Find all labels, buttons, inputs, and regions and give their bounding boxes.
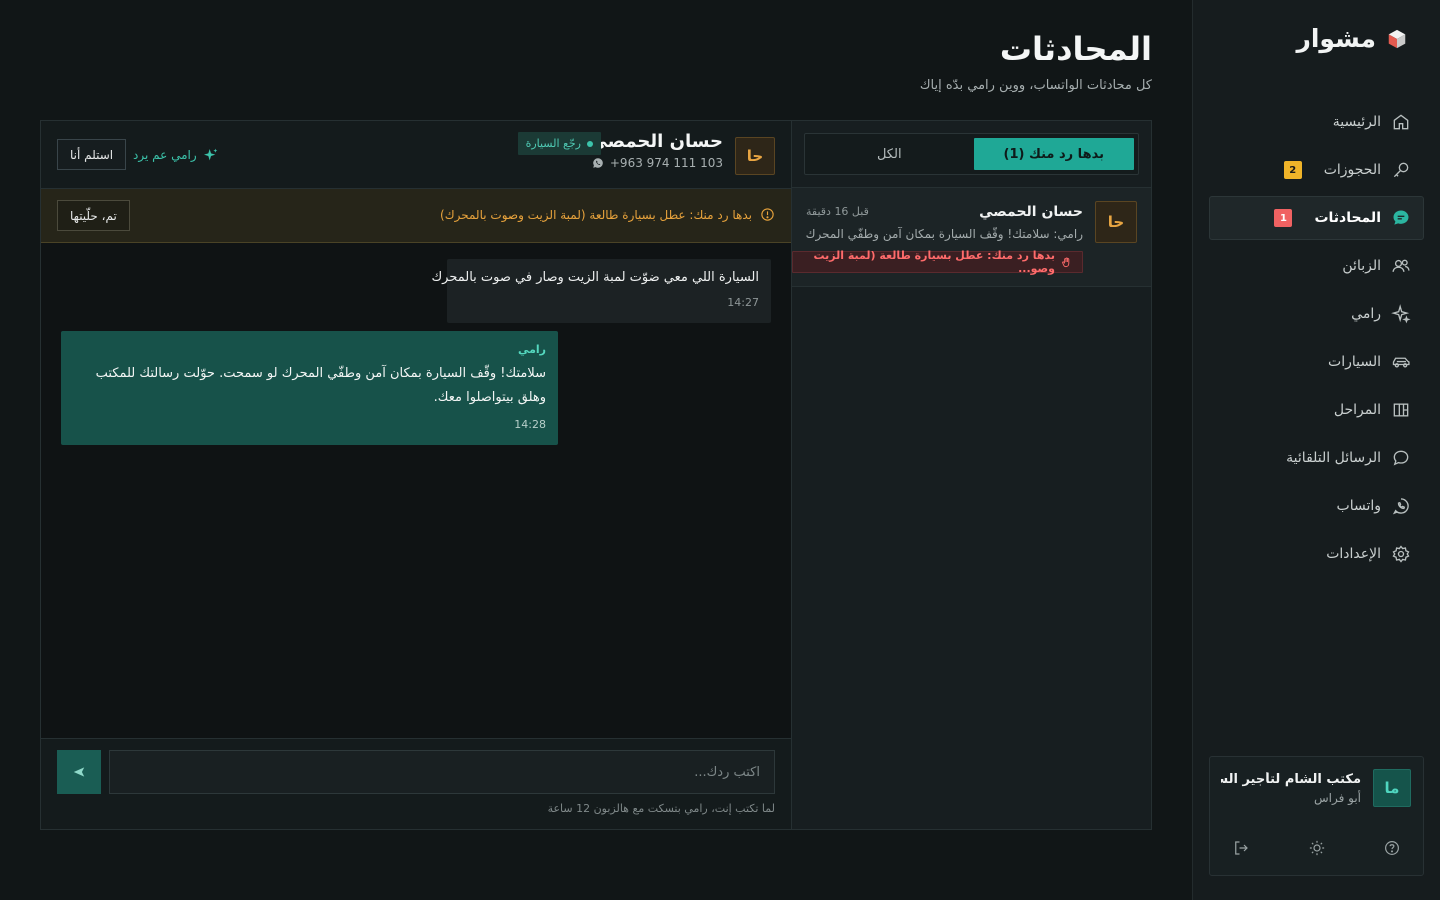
chat-icon (1391, 208, 1411, 228)
board-icon (1391, 400, 1411, 420)
chat-avatar: حا (735, 137, 775, 175)
conversation-avatar: حا (1095, 201, 1137, 243)
ai-status-label: رامي عم يرد (133, 148, 197, 162)
status-tag-label: رجّع السيارة (525, 137, 581, 150)
chat-phone: +963 974 111 103 (592, 156, 723, 170)
sidebar-item-cars[interactable]: السيارات (1209, 340, 1424, 384)
needs-reply-alert: بدها رد منك: عطل بسيارة طالعة (لمبة الزي… (41, 189, 791, 243)
brand[interactable]: مشوار (1296, 24, 1408, 53)
sidebar-item-label: المراحل (1333, 402, 1381, 418)
app-name: مشوار (1296, 24, 1376, 53)
alert-message: بدها رد منك: عطل بسيارة طالعة (لمبة الزي… (440, 207, 752, 222)
whatsapp-icon (592, 157, 604, 169)
hand-icon (1061, 256, 1072, 268)
sidebar-item-label: الزبائن (1342, 258, 1381, 274)
sidebar-item-label: الرئيسية (1332, 114, 1381, 130)
sidebar-item-label: الحجوزات (1323, 162, 1381, 178)
home-icon (1391, 112, 1411, 132)
preview-text: سلامتك! وقّف السيارة بمكان آمن وطفّي الم… (806, 227, 1050, 241)
ai-status: رامي عم يرد (133, 147, 219, 163)
phone-number: +963 974 111 103 (609, 156, 723, 170)
chat-pane: حا حسان الحمصي رجّع السيارة +963 974 111… (41, 121, 791, 829)
conversation-name: حسان الحمصي (979, 204, 1083, 220)
outgoing-message: رامي سلامتك! وقّف السيارة بمكان آمن وطفّ… (61, 331, 558, 445)
sidebar-item-label: الرسائل التلقائية (1286, 450, 1381, 466)
sidebar-item-label: واتساب (1336, 498, 1381, 514)
status-dot-icon (587, 140, 593, 147)
page-subtitle: كل محادثات الواتساب، ووين رامي بدّه إياك (919, 78, 1152, 93)
key-icon (1391, 160, 1411, 180)
message-text: السيارة اللي معي ضوّت لمبة الزيت وصار في… (431, 270, 759, 285)
message-text: سلامتك! وقّف السيارة بمكان آمن وطفّي الم… (95, 366, 546, 405)
send-button[interactable] (57, 750, 101, 794)
cube-logo-icon (1386, 28, 1408, 50)
send-icon (72, 765, 86, 779)
message-thread: السيارة اللي معي ضوّت لمبة الزيت وصار في… (41, 243, 791, 738)
sidebar-item-whatsapp[interactable]: واتساب (1209, 484, 1424, 528)
workspace-card[interactable]: ما مكتب الشام لتأجير السيارات أبو فراس (1209, 756, 1424, 876)
conversations-panel: بدها رد منك (1) الكل حا حسان الحمصي قبل … (40, 120, 1152, 830)
sparkle-icon (203, 147, 219, 163)
sidebar-nav: الرئيسية الحجوزات 2 المحادثات 1 الزبائن (1209, 100, 1424, 580)
workspace-name: مكتب الشام لتأجير السيارات (1221, 771, 1361, 787)
sidebar-item-stages[interactable]: المراحل (1209, 388, 1424, 432)
sidebar-item-auto-messages[interactable]: الرسائل التلقائية (1209, 436, 1424, 480)
users-icon (1391, 256, 1411, 276)
sidebar-item-bookings[interactable]: الحجوزات 2 (1209, 148, 1424, 192)
message-sender: رامي (517, 343, 546, 356)
workspace-owner: أبو فراس (1313, 790, 1361, 805)
preview-sender: رامي: (1053, 227, 1083, 241)
sidebar-item-settings[interactable]: الإعدادات (1209, 532, 1424, 576)
chat-contact-name: حسان الحمصي (589, 131, 723, 152)
tab-all[interactable]: الكل (809, 138, 970, 170)
sparkle-icon (1391, 304, 1411, 324)
message-time: 14:28 (514, 418, 546, 431)
resolve-button[interactable]: تم، حلّيتها (57, 200, 130, 231)
sidebar-item-label: رامي (1351, 306, 1381, 322)
conversation-preview: رامي: سلامتك! وقّف السيارة بمكان آمن وطف… (806, 227, 1083, 241)
sidebar-item-rami[interactable]: رامي (1209, 292, 1424, 336)
tab-needs-reply[interactable]: بدها رد منك (1) (973, 138, 1134, 170)
reply-input[interactable] (109, 750, 775, 794)
conversation-filter-tabs: بدها رد منك (1) الكل (804, 133, 1139, 175)
logout-icon[interactable] (1232, 839, 1250, 857)
warning-icon (760, 207, 775, 222)
sidebar-item-conversations[interactable]: المحادثات 1 (1209, 196, 1424, 240)
conversation-list: بدها رد منك (1) الكل حا حسان الحمصي قبل … (791, 121, 1151, 829)
chat-header: حا حسان الحمصي رجّع السيارة +963 974 111… (41, 121, 791, 189)
take-over-button[interactable]: استلم أنا (57, 139, 127, 170)
composer: لما تكتب إنت، رامي بتسكت مع هالزبون 12 س… (41, 738, 791, 829)
conversation-item[interactable]: حا حسان الحمصي قبل 16 دقيقة رامي: سلامتك… (792, 187, 1151, 287)
conversation-time: قبل 16 دقيقة (806, 205, 869, 218)
message-icon (1391, 448, 1411, 468)
conversation-alert-badge: بدها رد منك: عطل بسيارة طالعة (لمبة الزي… (792, 249, 1083, 275)
status-tag: رجّع السيارة (517, 132, 601, 155)
gear-icon (1391, 544, 1411, 564)
workspace-avatar: ما (1373, 769, 1411, 807)
sidebar-item-customers[interactable]: الزبائن (1209, 244, 1424, 288)
bookings-badge: 2 (1283, 161, 1302, 179)
whatsapp-icon (1391, 496, 1411, 516)
sidebar-item-home[interactable]: الرئيسية (1209, 100, 1424, 144)
sidebar-item-label: السيارات (1328, 354, 1381, 370)
page-title: المحادثات (999, 30, 1152, 68)
incoming-message: السيارة اللي معي ضوّت لمبة الزيت وصار في… (431, 259, 771, 323)
sidebar-item-label: الإعدادات (1326, 546, 1381, 562)
conversations-badge: 1 (1274, 209, 1293, 227)
car-icon (1391, 352, 1411, 372)
alert-badge-text: بدها رد منك: عطل بسيارة طالعة (لمبة الزي… (813, 249, 1055, 275)
message-time: 14:27 (727, 296, 759, 309)
sidebar: مشوار الرئيسية الحجوزات 2 المحادثات 1 ال… (1192, 0, 1440, 900)
help-icon[interactable] (1383, 839, 1401, 857)
sidebar-item-label: المحادثات (1314, 210, 1381, 226)
theme-sun-icon[interactable] (1308, 839, 1326, 857)
composer-hint: لما تكتب إنت، رامي بتسكت مع هالزبون 12 س… (547, 802, 775, 815)
